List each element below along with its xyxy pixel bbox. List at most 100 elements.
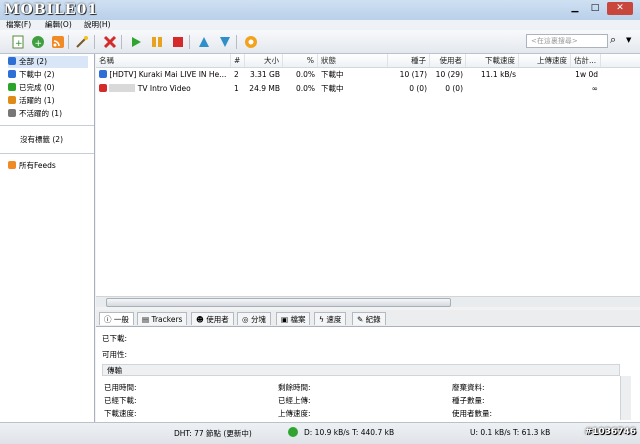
downloading-icon: [99, 70, 107, 78]
downloaded-total-label: 已經下載:: [104, 396, 137, 405]
error-icon: [99, 84, 107, 92]
tab-label: 速度: [326, 315, 342, 324]
sidebar-divider: [0, 125, 94, 126]
tab-general[interactable]: ⓘ 一般: [99, 312, 134, 325]
redacted-block: [109, 84, 136, 92]
search-input[interactable]: <在這裏搜尋>: [526, 34, 608, 48]
menu-edit[interactable]: 編輯(O): [45, 20, 72, 30]
menu-help[interactable]: 說明(H): [84, 20, 111, 30]
menu-bar: 檔案(F) 編輯(O) 說明(H): [0, 20, 640, 30]
active-icon: [8, 96, 16, 104]
add-url-icon[interactable]: +: [29, 33, 46, 50]
menu-file[interactable]: 檔案(F): [6, 20, 31, 30]
torrent-eta: 1w 0d: [575, 70, 598, 79]
tab-label: 檔案: [290, 315, 306, 324]
sidebar-item-label: 已完成 (0): [19, 83, 55, 92]
column-seeds[interactable]: 種子: [388, 54, 430, 67]
torrent-status: 下載中: [321, 84, 344, 93]
tab-label: Trackers: [151, 315, 183, 324]
tab-speed[interactable]: ϟ 速度: [314, 312, 347, 325]
tab-logger[interactable]: ✎ 紀錄: [352, 312, 386, 325]
svg-text:+: +: [15, 39, 23, 49]
download-status: D: 10.9 kB/s T: 440.7 kB: [304, 428, 395, 437]
tab-files[interactable]: ▣ 檔案: [276, 312, 311, 325]
torrent-list: 名稱 # 大小 % 狀態 種子 使用者 下載速度 上傳速度 估計... [HDT…: [96, 54, 640, 306]
inactive-icon: [8, 109, 16, 117]
rss-icon: [8, 161, 16, 169]
vertical-scrollbar[interactable]: [620, 376, 631, 420]
torrent-name: [HDTV] Kuraki Mai LIVE IN He...: [96, 68, 231, 82]
downloaded-label: 已下載:: [102, 334, 128, 343]
table-row[interactable]: TV Intro Video 1 24.9 MB 0.0% 下載中 0 (0) …: [96, 82, 640, 96]
sidebar-item-downloading[interactable]: 下載中 (2): [8, 69, 55, 81]
remaining-label: 剩餘時間:: [278, 383, 311, 392]
torrent-seeds: 10 (17): [399, 70, 427, 79]
column-number[interactable]: #: [231, 54, 245, 67]
create-torrent-icon[interactable]: [73, 33, 90, 50]
list-header: 名稱 # 大小 % 狀態 種子 使用者 下載速度 上傳速度 估計...: [96, 54, 640, 68]
sidebar: 全部 (2) 下載中 (2) 已完成 (0) 活躍的 (1) 不活躍的 (1) …: [0, 54, 95, 422]
rss-icon[interactable]: [49, 33, 66, 50]
torrent-down-speed: [466, 82, 519, 96]
close-button[interactable]: ✕: [607, 2, 633, 15]
sidebar-item-active[interactable]: 活躍的 (1): [8, 95, 55, 107]
add-torrent-icon[interactable]: +: [9, 33, 26, 50]
minimize-button[interactable]: ▁: [567, 2, 583, 15]
horizontal-scrollbar[interactable]: [96, 296, 640, 307]
torrent-number: 2: [234, 70, 239, 79]
network-ok-icon[interactable]: [288, 427, 298, 437]
torrent-name-text: [HDTV] Kuraki Mai LIVE IN He...: [109, 70, 227, 79]
torrent-peers: 10 (29): [435, 70, 463, 79]
app-logo: MOBILE01: [4, 2, 99, 18]
maximize-button[interactable]: □: [587, 2, 603, 15]
tab-pieces[interactable]: ◎ 分塊: [237, 312, 271, 325]
tab-peers[interactable]: ☻ 使用者: [191, 312, 234, 325]
torrent-down-speed: 11.1 kB/s: [480, 70, 516, 79]
column-up-speed[interactable]: 上傳速度: [519, 54, 571, 67]
torrent-up-speed: [519, 82, 571, 96]
column-name[interactable]: 名稱: [96, 54, 231, 67]
all-icon: [8, 57, 16, 65]
sidebar-item-all[interactable]: 全部 (2): [8, 56, 88, 68]
table-row[interactable]: [HDTV] Kuraki Mai LIVE IN He... 2 3.31 G…: [96, 68, 640, 82]
watermark: #1036746: [584, 427, 636, 437]
stop-icon[interactable]: [169, 33, 186, 50]
sidebar-item-label: 所有Feeds: [19, 161, 56, 170]
tab-trackers[interactable]: ▤ Trackers: [137, 312, 188, 325]
completed-icon: [8, 83, 16, 91]
column-down-speed[interactable]: 下載速度: [466, 54, 519, 67]
column-eta[interactable]: 估計...: [571, 54, 601, 67]
preferences-icon[interactable]: [242, 33, 259, 50]
column-peers[interactable]: 使用者: [430, 54, 466, 67]
toolbar-separator: [121, 35, 122, 49]
sidebar-item-completed[interactable]: 已完成 (0): [8, 82, 55, 94]
torrent-up-speed: [519, 68, 571, 82]
dht-status: DHT: 77 節點 (更新中): [174, 429, 252, 438]
move-down-icon[interactable]: [216, 33, 233, 50]
remove-icon[interactable]: [101, 33, 118, 50]
move-up-icon[interactable]: [195, 33, 212, 50]
column-status[interactable]: 狀態: [318, 54, 388, 67]
torrent-size: 24.9 MB: [249, 84, 280, 93]
upload-speed-label: 上傳速度:: [278, 409, 311, 418]
search-icon[interactable]: ⌕: [610, 33, 616, 47]
sidebar-item-feeds[interactable]: 所有Feeds: [8, 160, 56, 172]
tab-label: 分塊: [250, 315, 266, 324]
search-dropdown-icon[interactable]: ▼: [626, 36, 631, 44]
tab-label: 使用者: [206, 315, 229, 324]
start-icon[interactable]: [127, 33, 144, 50]
peers-count-label: 使用者數量:: [452, 409, 493, 418]
sidebar-item-inactive[interactable]: 不活躍的 (1): [8, 108, 62, 120]
column-size[interactable]: 大小: [245, 54, 283, 67]
torrent-name: TV Intro Video: [96, 82, 231, 96]
availability-label: 可用性:: [102, 350, 128, 359]
torrent-seeds: 0 (0): [409, 84, 427, 93]
sidebar-item-label: 活躍的 (1): [19, 96, 55, 105]
pause-icon[interactable]: [148, 33, 165, 50]
tab-label: 紀錄: [365, 315, 381, 324]
seeds-count-label: 種子數量:: [452, 396, 485, 405]
scrollbar-thumb[interactable]: [106, 298, 451, 307]
toolbar-separator: [68, 35, 69, 49]
sidebar-item-no-label[interactable]: 沒有標籤 (2): [20, 134, 63, 146]
column-percent[interactable]: %: [283, 54, 318, 67]
